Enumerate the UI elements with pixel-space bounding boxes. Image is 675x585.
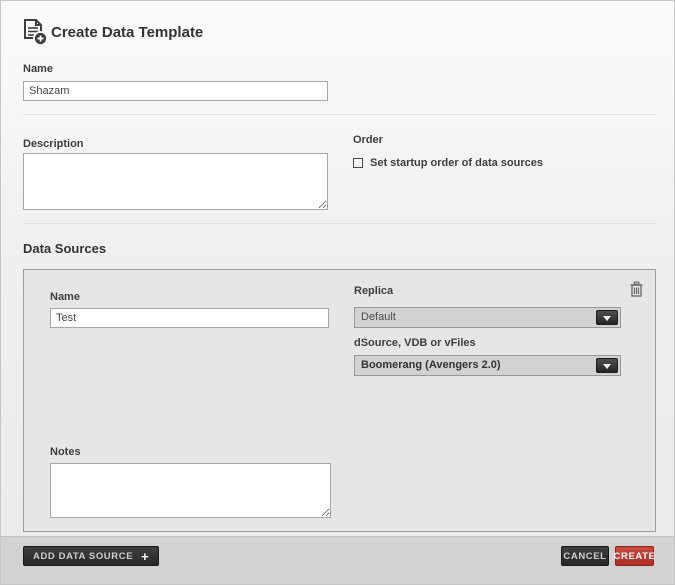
notes-textarea[interactable] (50, 463, 331, 518)
name-label: Name (23, 63, 53, 75)
startup-order-checkbox[interactable] (353, 158, 363, 168)
replica-selected-value: Default (361, 308, 592, 327)
page-title: Create Data Template (51, 24, 203, 41)
data-source-card: Name Replica Default dSource, VDB or vFi… (23, 269, 656, 532)
startup-order-checkbox-label[interactable]: Set startup order of data sources (370, 157, 543, 169)
delete-data-source-button[interactable] (629, 281, 645, 299)
description-textarea[interactable] (23, 153, 328, 210)
dsource-selected-value: Boomerang (Avengers 2.0) (361, 356, 592, 375)
name-input[interactable] (23, 81, 328, 101)
document-add-icon (22, 19, 48, 46)
dialog-footer: ADD DATA SOURCE + CANCEL CREATE (1, 536, 674, 584)
order-label: Order (353, 134, 383, 146)
data-sources-heading: Data Sources (23, 241, 106, 256)
startup-order-row: Set startup order of data sources (353, 157, 543, 169)
add-data-source-label: ADD DATA SOURCE (33, 551, 133, 562)
replica-label: Replica (354, 285, 393, 297)
replica-select[interactable]: Default (354, 307, 621, 328)
notes-label: Notes (50, 446, 81, 458)
source-name-input[interactable] (50, 308, 329, 328)
chevron-down-icon[interactable] (596, 310, 618, 325)
create-button[interactable]: CREATE (615, 546, 654, 566)
section-divider (23, 223, 656, 224)
trash-icon (629, 281, 645, 299)
create-data-template-dialog: Create Data Template Name Description Or… (0, 0, 675, 585)
section-divider (23, 114, 656, 115)
source-name-label: Name (50, 291, 80, 303)
cancel-button[interactable]: CANCEL (561, 546, 609, 566)
chevron-down-icon[interactable] (596, 358, 618, 373)
description-label: Description (23, 138, 84, 150)
dsource-label: dSource, VDB or vFiles (354, 337, 476, 349)
plus-icon: + (141, 550, 149, 563)
dsource-select[interactable]: Boomerang (Avengers 2.0) (354, 355, 621, 376)
add-data-source-button[interactable]: ADD DATA SOURCE + (23, 546, 159, 566)
